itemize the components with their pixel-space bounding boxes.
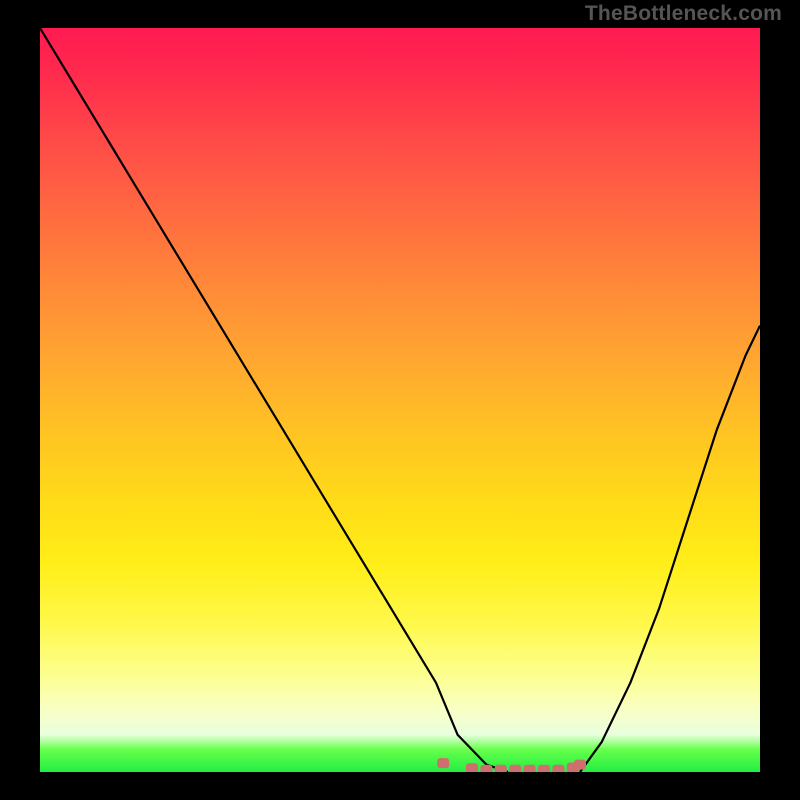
left-curve <box>40 28 508 772</box>
watermark-text: TheBottleneck.com <box>585 2 782 26</box>
marker-point <box>574 760 586 770</box>
marker-group <box>437 758 586 772</box>
marker-point <box>480 765 492 772</box>
marker-point <box>495 765 507 772</box>
marker-point <box>437 758 449 768</box>
curve-layer <box>40 28 760 772</box>
right-curve <box>580 326 760 772</box>
chart-frame: TheBottleneck.com <box>0 0 800 800</box>
marker-point <box>466 763 478 772</box>
marker-point <box>509 765 521 772</box>
marker-point <box>524 765 536 772</box>
marker-point <box>552 765 564 772</box>
marker-point <box>538 765 550 772</box>
